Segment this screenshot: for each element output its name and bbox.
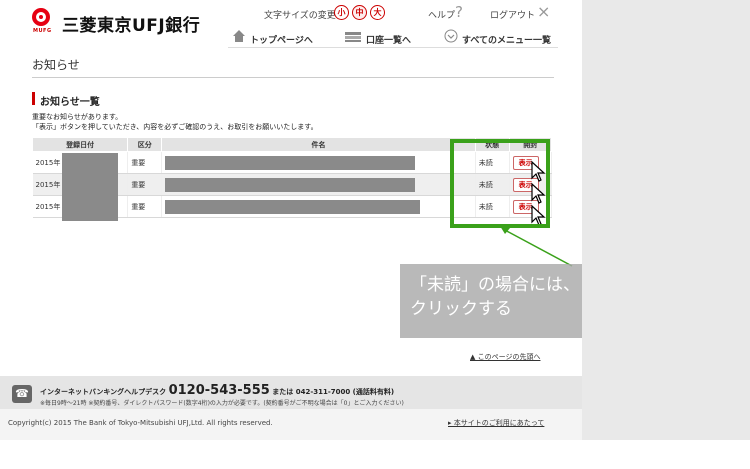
logo-subtext: MUFG xyxy=(33,28,52,34)
account-list-icon xyxy=(345,32,361,42)
row-subject[interactable] xyxy=(161,173,476,196)
close-icon[interactable]: × xyxy=(537,2,550,21)
terms-link[interactable]: ▸ 本サイトのご利用にあたって xyxy=(448,418,544,428)
redacted-dates xyxy=(62,153,118,221)
section-title: お知らせ一覧 xyxy=(40,97,100,108)
redacted-subject xyxy=(165,199,421,214)
page-top-link[interactable]: ▲ このページの先頭へ xyxy=(470,352,540,362)
row-subject[interactable] xyxy=(161,195,476,218)
header-subject: 件名 xyxy=(161,137,476,152)
bank-name[interactable]: 三菱東京UFJ銀行 xyxy=(62,11,200,36)
home-icon xyxy=(233,30,245,42)
side-panel xyxy=(582,0,750,440)
callout-arrow xyxy=(500,226,573,267)
logout-link[interactable]: ログアウト xyxy=(490,8,535,21)
section-accent xyxy=(32,92,35,105)
copyright: Copyright(c) 2015 The Bank of Tokyo-Mits… xyxy=(8,419,273,427)
row-category: 重要 xyxy=(127,195,163,218)
header-date: 登録日付 xyxy=(31,137,129,152)
header-category: 区分 xyxy=(127,137,163,152)
helpdesk-alt-phone: 042-311-7000 xyxy=(295,388,351,396)
helpdesk-phone: 0120-543-555 xyxy=(168,383,270,398)
phone-icon: ☎ xyxy=(12,385,32,403)
row-category: 重要 xyxy=(127,151,163,174)
highlight-box xyxy=(450,139,550,228)
bottom-margin xyxy=(0,440,750,469)
row-subject[interactable] xyxy=(161,151,476,174)
mufg-logo-icon[interactable] xyxy=(32,8,50,26)
helpdesk-or: または xyxy=(272,388,294,396)
callout-line1: 「未読」の場合には、「表示を xyxy=(410,275,582,295)
chevron-down-icon xyxy=(444,29,458,43)
page-title: お知らせ xyxy=(32,58,80,72)
help-link[interactable]: ヘルプ xyxy=(428,8,455,21)
notice-intro: 重要なお知らせがあります。 xyxy=(32,113,123,121)
notice-instruction: 「表示」ボタンを押していただき、内容を必ずご確認のうえ、お取引をお願いいたします… xyxy=(32,123,318,131)
bank-page: MUFG 三菱東京UFJ銀行 文字サイズの変更 小 中 大 ヘルプ ? ログアウ… xyxy=(0,0,582,469)
nav-all-menu[interactable]: すべてのメニュー一覧 xyxy=(462,33,551,46)
row-category: 重要 xyxy=(127,173,163,196)
helpdesk-hours: ※毎日9時〜21時 ※契約番号、ダイレクトパスワード(数字4桁)の入力が必要です… xyxy=(40,400,404,407)
annotation-callout: 「未読」の場合には、「表示を クリックする xyxy=(400,264,582,338)
font-large-button[interactable]: 大 xyxy=(370,5,385,20)
nav-divider xyxy=(228,47,558,48)
redacted-subject xyxy=(165,155,416,170)
font-size-label: 文字サイズの変更 xyxy=(264,11,336,21)
callout-line2: クリックする xyxy=(410,299,512,319)
helpdesk-alt-note: (通話料有料) xyxy=(352,388,395,396)
helpdesk-label: インターネットバンキングヘルプデスク xyxy=(40,388,167,396)
font-medium-button[interactable]: 中 xyxy=(352,5,367,20)
nav-top-page[interactable]: トップページへ xyxy=(250,33,313,46)
help-icon[interactable]: ? xyxy=(455,3,463,21)
title-divider xyxy=(32,77,554,78)
redacted-subject xyxy=(165,177,416,192)
nav-account-list[interactable]: 口座一覧へ xyxy=(366,33,411,46)
helpdesk-info: インターネットバンキングヘルプデスク 0120-543-555 または 042-… xyxy=(40,383,394,398)
font-small-button[interactable]: 小 xyxy=(334,5,349,20)
